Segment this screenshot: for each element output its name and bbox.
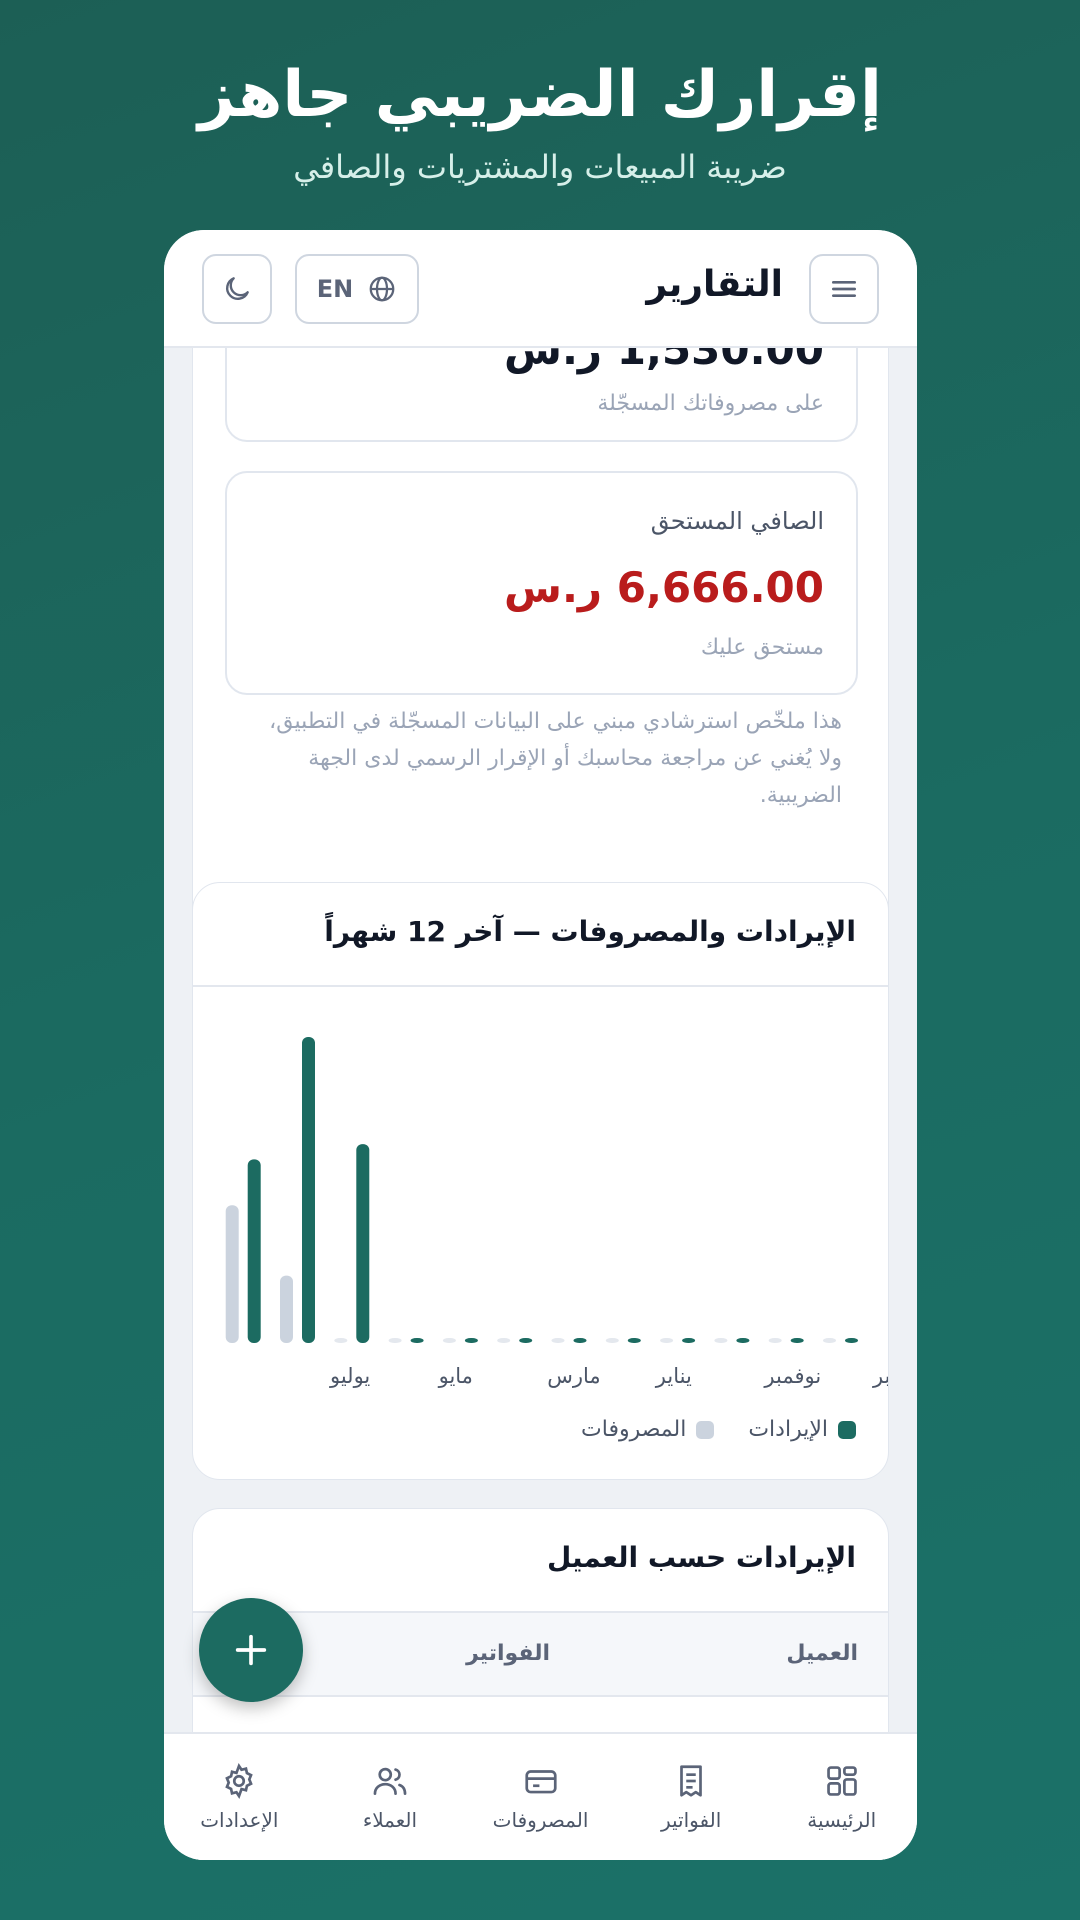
net-tax-note: مستحق عليك bbox=[700, 635, 824, 660]
add-button[interactable] bbox=[199, 1598, 303, 1702]
x-tick-label: سبتمبر bbox=[872, 1364, 889, 1388]
nav-settings[interactable]: الإعدادات bbox=[164, 1734, 315, 1860]
expense-bar-10 bbox=[334, 1338, 348, 1343]
nav-settings-label: الإعدادات bbox=[200, 1808, 279, 1832]
expense-bar-6 bbox=[551, 1338, 565, 1343]
nav-clients-label: العملاء bbox=[362, 1808, 418, 1832]
expense-bar-1 bbox=[823, 1338, 836, 1343]
expense-bar-9 bbox=[388, 1338, 402, 1343]
net-tax-card: الصافي المستحق 6,666.00 ر.س مستحق عليك bbox=[225, 471, 858, 695]
legend-expenses: المصروفات bbox=[581, 1417, 715, 1442]
nav-invoices[interactable]: الفواتير bbox=[616, 1734, 767, 1860]
hero-subtitle: ضريبة المبيعات والمشتريات والصافي bbox=[293, 148, 787, 186]
revenue-bar-6 bbox=[573, 1338, 587, 1343]
revenue-bar-4 bbox=[682, 1338, 696, 1343]
nav-home[interactable]: الرئيسية bbox=[766, 1734, 917, 1860]
nav-expenses-label: المصروفات bbox=[492, 1808, 589, 1832]
column-client[interactable]: العميل bbox=[786, 1641, 858, 1666]
clients-card-header: الإيرادات حسب العميل bbox=[193, 1509, 888, 1613]
expense-bar-2 bbox=[768, 1338, 782, 1343]
revenue-bar-8 bbox=[464, 1338, 478, 1343]
expense-bar-12 bbox=[225, 1205, 239, 1343]
bottom-nav: الرئيسية الفواتير المصروفات العملاء الإع… bbox=[164, 1732, 917, 1860]
expense-bar-8 bbox=[442, 1338, 456, 1343]
receipt-icon bbox=[680, 1765, 702, 1797]
net-tax-label: الصافي المستحق bbox=[650, 507, 824, 535]
revenue-bar-3 bbox=[736, 1338, 750, 1343]
legend-expenses-swatch bbox=[696, 1420, 715, 1439]
legend-revenue: الإيرادات bbox=[748, 1417, 856, 1442]
theme-toggle-button[interactable] bbox=[202, 254, 272, 324]
globe-icon bbox=[369, 276, 395, 302]
nav-invoices-label: الفواتير bbox=[660, 1808, 722, 1832]
net-tax-amount: 6,666.00 ر.س bbox=[504, 563, 824, 612]
hero-title: إقرارك الضريبي جاهز bbox=[198, 58, 882, 132]
expense-bar-5 bbox=[605, 1338, 619, 1343]
legend-expenses-label: المصروفات bbox=[581, 1417, 687, 1442]
revenue-expenses-chart: سبتمبر نوفمبر يناير مارس مايو يوليو bbox=[225, 1037, 889, 1388]
nav-home-label: الرئيسية bbox=[807, 1808, 877, 1832]
revenue-bar-12 bbox=[247, 1159, 261, 1343]
legend-revenue-label: الإيرادات bbox=[748, 1417, 828, 1442]
x-tick-label: يوليو bbox=[329, 1364, 370, 1388]
nav-clients[interactable]: العملاء bbox=[315, 1734, 466, 1860]
expense-bar-3 bbox=[714, 1338, 728, 1343]
legend-revenue-swatch bbox=[838, 1420, 856, 1439]
expense-bar-11 bbox=[280, 1275, 293, 1343]
grid-icon bbox=[826, 1766, 857, 1796]
credit-card-icon bbox=[524, 1770, 557, 1794]
users-icon bbox=[373, 1767, 407, 1796]
nav-expenses[interactable]: المصروفات bbox=[465, 1734, 616, 1860]
revenue-bar-10 bbox=[356, 1144, 370, 1343]
clients-title: الإيرادات حسب العميل bbox=[547, 1541, 856, 1574]
phone-frame: التقارير EN 1,530.00 ر.س على مصروفاتك ال… bbox=[164, 230, 917, 1860]
column-invoices[interactable]: الفواتير bbox=[466, 1641, 550, 1666]
chart-card-header: الإيرادات والمصروفات — آخر 12 شهراً bbox=[193, 883, 888, 987]
menu-button[interactable] bbox=[809, 254, 879, 324]
chart-legend: الإيرادات المصروفات bbox=[581, 1417, 856, 1442]
revenue-bar-5 bbox=[627, 1338, 641, 1343]
language-label: EN bbox=[316, 275, 354, 303]
revenue-bar-7 bbox=[519, 1338, 533, 1343]
disclaimer-text: هذا ملخّص استرشادي مبني على البيانات الم… bbox=[269, 709, 842, 808]
chart-title: الإيرادات والمصروفات — آخر 12 شهراً bbox=[324, 915, 856, 948]
moon-icon bbox=[226, 277, 249, 300]
plus-icon bbox=[235, 1634, 267, 1666]
gear-icon bbox=[225, 1762, 254, 1800]
purchases-tax-note: على مصروفاتك المسجّلة bbox=[597, 391, 824, 416]
revenue-bar-11 bbox=[302, 1037, 315, 1343]
page-title: التقارير bbox=[646, 264, 783, 305]
expense-bar-7 bbox=[497, 1338, 511, 1343]
x-tick-label: نوفمبر bbox=[763, 1364, 821, 1388]
revenue-bar-9 bbox=[410, 1338, 424, 1343]
revenue-expenses-chart-card: الإيرادات والمصروفات — آخر 12 شهراً سبتم… bbox=[192, 882, 889, 1480]
x-tick-label: مايو bbox=[438, 1364, 473, 1388]
language-button[interactable]: EN bbox=[295, 254, 419, 324]
x-tick-label: مارس bbox=[547, 1364, 600, 1388]
revenue-bar-1 bbox=[845, 1338, 858, 1343]
expense-bar-4 bbox=[660, 1338, 674, 1343]
x-tick-label: يناير bbox=[655, 1364, 692, 1388]
top-bar: التقارير EN bbox=[164, 230, 917, 348]
menu-icon bbox=[832, 281, 856, 297]
revenue-bar-2 bbox=[790, 1338, 804, 1343]
